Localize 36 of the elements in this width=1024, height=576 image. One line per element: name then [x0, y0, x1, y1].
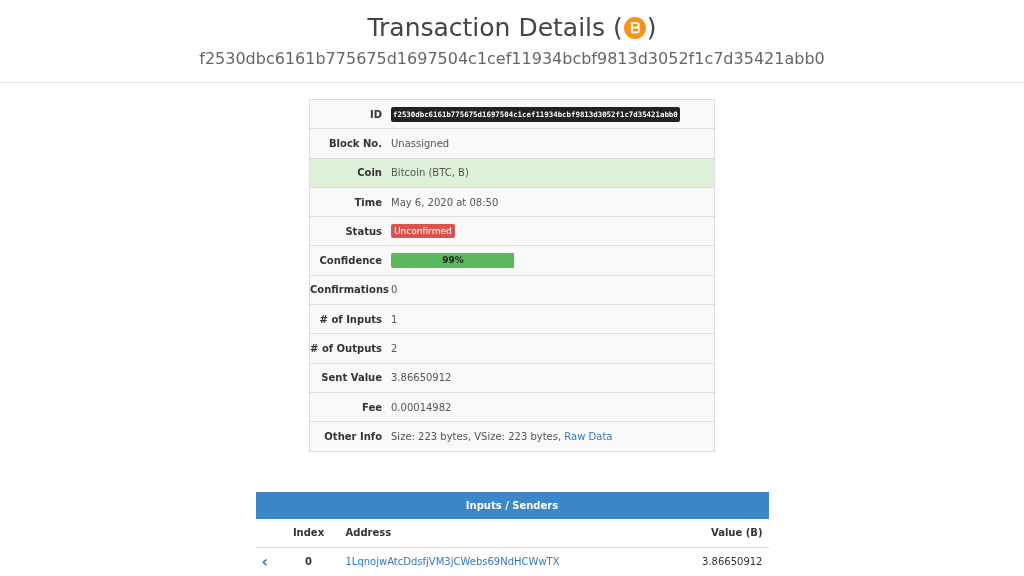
field-label: Status	[344, 225, 383, 237]
title-paren: )	[646, 12, 657, 44]
field-value: Size: 223 bytes, VSize: 223 bytes, Raw Data	[391, 430, 613, 442]
field-label: Coin	[356, 167, 383, 179]
field-label: Sent Value	[320, 372, 383, 384]
status-badge: Unconfirmed	[391, 224, 455, 239]
field-label: Fee	[361, 401, 383, 413]
field-value: Unassigned	[391, 137, 450, 149]
field-value: 3.86650912	[391, 372, 452, 384]
field-value: 0.00014982	[391, 401, 452, 413]
field-value: 2	[391, 343, 398, 354]
column-header: Address	[344, 527, 393, 539]
bitcoin-icon	[623, 17, 646, 39]
panel-header: Inputs / Senders	[255, 491, 769, 519]
field-label: # of Outputs	[310, 343, 383, 354]
page-title: Transaction Details (	[367, 12, 623, 44]
field-label: ID	[368, 108, 383, 120]
field-value: Bitcoin (BTC, B)	[391, 167, 469, 179]
raw-data-link[interactable]: Raw Data	[564, 430, 613, 442]
address-link[interactable]: 1LqnojwAtcDdsfjVM3jCWebs69NdHCWwTX	[345, 556, 560, 568]
field-value: 1	[391, 313, 398, 325]
field-label: Block No.	[327, 137, 383, 149]
transaction-hash: f2530dbc6161b775675d1697504c1cef11934bcbf9813d3052f1c7d35421abb0	[198, 48, 826, 70]
field-label: # of Inputs	[318, 313, 383, 325]
field-label: Confidence	[318, 255, 383, 267]
field-label: Time	[353, 196, 383, 208]
table-cell-text: 3.86650912	[701, 556, 764, 568]
field-label: Confirmations	[310, 284, 390, 296]
column-header: Index	[291, 527, 326, 539]
table-cell-text: 0	[304, 556, 313, 568]
expand-toggle[interactable]: ‹	[261, 552, 269, 572]
field-value: 0	[391, 284, 398, 296]
column-header: Value (B)	[710, 527, 764, 539]
field-label: Other Info	[323, 430, 383, 442]
field-value: May 6, 2020 at 08:50	[391, 196, 499, 208]
confidence-text: 99%	[441, 254, 465, 268]
